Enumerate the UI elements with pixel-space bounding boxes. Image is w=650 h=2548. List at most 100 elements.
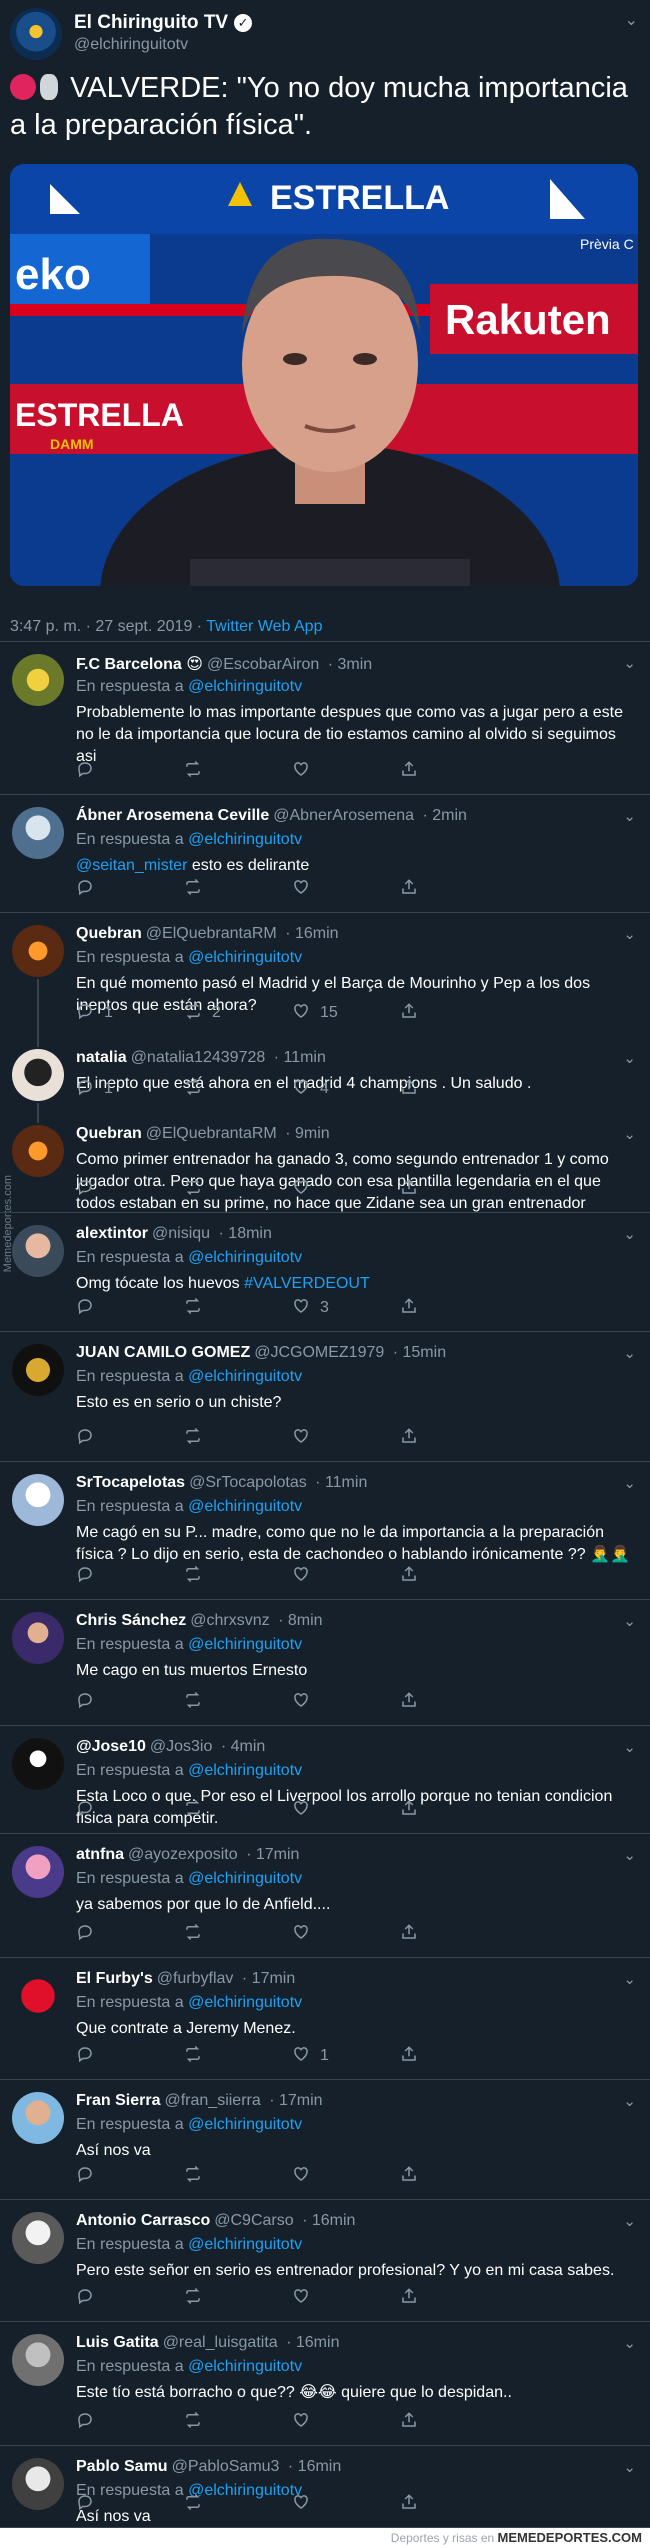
reply-action[interactable] xyxy=(76,1428,104,1448)
share-icon[interactable] xyxy=(400,2165,418,2188)
reply-author-name[interactable]: @Jose10 xyxy=(76,1738,146,1755)
in-reply-handle-link[interactable]: @elchiringuitotv xyxy=(188,2116,302,2133)
chevron-down-icon[interactable]: ⌄ xyxy=(623,1474,636,1492)
like-action[interactable] xyxy=(292,1924,320,1944)
reply-tweet[interactable]: Luis Gatita @real_luisgatita · 16min ⌄ En r… xyxy=(0,2322,650,2446)
reply-time[interactable]: · 16min xyxy=(302,2212,355,2229)
reply-author-handle[interactable]: @EscobarAiron xyxy=(207,656,319,673)
avatar[interactable] xyxy=(12,1049,64,1101)
like-action[interactable] xyxy=(292,1800,320,1820)
retweet-action[interactable] xyxy=(184,2287,212,2308)
avatar[interactable] xyxy=(12,1125,64,1177)
reply-author-handle[interactable]: @Jos3io xyxy=(150,1738,213,1755)
retweet-action[interactable] xyxy=(184,878,212,899)
retweet-icon[interactable] xyxy=(184,1565,202,1588)
heart-icon[interactable] xyxy=(292,1427,310,1450)
reply-author-handle[interactable]: @fran_siierra xyxy=(164,2092,260,2109)
reply-action[interactable] xyxy=(76,1179,104,1199)
share-action[interactable] xyxy=(400,1799,418,1820)
reply-action[interactable]: 1 xyxy=(76,1079,113,1099)
chevron-down-icon[interactable]: ⌄ xyxy=(623,2092,636,2110)
share-action[interactable] xyxy=(400,2493,418,2514)
author-name[interactable]: El Chiringuito TV ✓ xyxy=(74,12,253,34)
reply-icon[interactable] xyxy=(76,1427,94,1450)
retweet-icon[interactable] xyxy=(184,1427,202,1450)
mention-link[interactable]: @seitan_mister xyxy=(76,857,187,874)
in-reply-handle-link[interactable]: @elchiringuitotv xyxy=(188,2236,302,2253)
reply-author-name[interactable]: Chris Sánchez xyxy=(76,1612,186,1629)
share-action[interactable] xyxy=(400,2165,418,2188)
reply-author-name[interactable]: Fran Sierra xyxy=(76,2092,160,2109)
author-handle[interactable]: @elchiringuitotv xyxy=(74,36,188,54)
avatar[interactable] xyxy=(10,8,62,60)
reply-icon[interactable] xyxy=(76,1799,94,1822)
reply-action[interactable] xyxy=(76,761,104,781)
retweet-action[interactable] xyxy=(184,1565,212,1588)
reply-author-handle[interactable]: @C9Carso xyxy=(214,2212,293,2229)
avatar[interactable] xyxy=(12,654,64,706)
reply-time[interactable]: · 18min xyxy=(219,1225,272,1242)
in-reply-handle-link[interactable]: @elchiringuitotv xyxy=(188,678,302,695)
reply-author-name[interactable]: Quebran xyxy=(76,925,142,942)
like-action[interactable]: 3 xyxy=(292,1298,329,1318)
avatar[interactable] xyxy=(12,2458,64,2510)
avatar[interactable] xyxy=(12,2334,64,2386)
chevron-down-icon[interactable]: ⌄ xyxy=(625,10,638,30)
reply-tweet[interactable]: Antonio Carrasco @C9Carso · 16min ⌄ En resp… xyxy=(0,2200,650,2322)
chevron-down-icon[interactable]: ⌄ xyxy=(623,2212,636,2230)
heart-icon[interactable] xyxy=(292,1691,310,1714)
reply-tweet[interactable]: atnfna @ayozexposito · 17min ⌄ En respuesta… xyxy=(0,1834,650,1958)
like-action[interactable] xyxy=(292,2288,320,2308)
share-action[interactable] xyxy=(400,2411,418,2432)
retweet-icon[interactable] xyxy=(184,2165,202,2188)
reply-author-handle[interactable]: @ayozexposito xyxy=(128,1846,238,1863)
avatar[interactable] xyxy=(12,1738,64,1790)
heart-icon[interactable] xyxy=(292,1002,310,1025)
in-reply-handle-link[interactable]: @elchiringuitotv xyxy=(188,1249,302,1266)
share-icon[interactable] xyxy=(400,1427,418,1450)
like-action[interactable] xyxy=(292,1566,320,1586)
reply-tweet[interactable]: SrTocapelotas @SrTocapolotas · 11min ⌄ En r… xyxy=(0,1462,650,1600)
reply-tweet[interactable]: El Furby's @furbyflav · 17min ⌄ En respuest… xyxy=(0,1958,650,2080)
reply-action[interactable] xyxy=(76,2288,104,2308)
reply-time[interactable]: · 17min xyxy=(246,1846,299,1863)
reply-author-name[interactable]: Ábner Arosemena Ceville xyxy=(76,807,269,824)
reply-action[interactable] xyxy=(76,1924,104,1944)
tweet-image[interactable]: ESTRELLA Rakuten Prèvia C eko ESTRELLA D… xyxy=(10,164,638,586)
reply-time[interactable]: · 16min xyxy=(286,2334,339,2351)
reply-author-handle[interactable]: @AbnerArosemena xyxy=(273,807,414,824)
share-action[interactable] xyxy=(400,760,418,783)
reply-icon[interactable] xyxy=(76,2045,94,2068)
retweet-icon[interactable] xyxy=(184,1691,202,1714)
share-icon[interactable] xyxy=(400,760,418,783)
share-action[interactable] xyxy=(400,1923,418,1944)
share-action[interactable] xyxy=(400,878,418,899)
reply-tweet[interactable]: Quebran @ElQuebrantaRM · 9min ⌄ Como primer… xyxy=(0,1113,650,1213)
reply-icon[interactable] xyxy=(76,1078,94,1101)
share-icon[interactable] xyxy=(400,1691,418,1714)
chevron-down-icon[interactable]: ⌄ xyxy=(623,654,636,672)
in-reply-handle-link[interactable]: @elchiringuitotv xyxy=(188,1870,302,1887)
reply-author-name[interactable]: Pablo Samu xyxy=(76,2458,168,2475)
reply-action[interactable] xyxy=(76,2494,104,2514)
reply-time[interactable]: · 4min xyxy=(221,1738,265,1755)
reply-author-name[interactable]: Antonio Carrasco xyxy=(76,2212,210,2229)
heart-icon[interactable] xyxy=(292,1178,310,1201)
in-reply-handle-link[interactable]: @elchiringuitotv xyxy=(188,1762,302,1779)
reply-icon[interactable] xyxy=(76,1002,94,1025)
reply-time[interactable]: · 11min xyxy=(315,1474,367,1491)
reply-tweet[interactable]: JUAN CAMILO GOMEZ @JCGOMEZ1979 · 15min ⌄ En… xyxy=(0,1332,650,1462)
chevron-down-icon[interactable]: ⌄ xyxy=(623,1225,636,1243)
reply-icon[interactable] xyxy=(76,2411,94,2434)
reply-time[interactable]: · 17min xyxy=(242,1970,295,1987)
hashtag-link[interactable]: #VALVERDEOUT xyxy=(244,1275,370,1292)
retweet-action[interactable] xyxy=(184,2165,212,2188)
avatar[interactable] xyxy=(12,925,64,977)
reply-author-handle[interactable]: @ElQuebrantaRM xyxy=(146,925,277,942)
chevron-down-icon[interactable]: ⌄ xyxy=(623,1738,636,1756)
retweet-action[interactable] xyxy=(184,1297,212,1318)
avatar[interactable] xyxy=(12,1970,64,2022)
share-action[interactable] xyxy=(400,1297,418,1318)
reply-author-name[interactable]: JUAN CAMILO GOMEZ xyxy=(76,1344,250,1361)
reply-author-name[interactable]: El Furby's xyxy=(76,1970,153,1987)
